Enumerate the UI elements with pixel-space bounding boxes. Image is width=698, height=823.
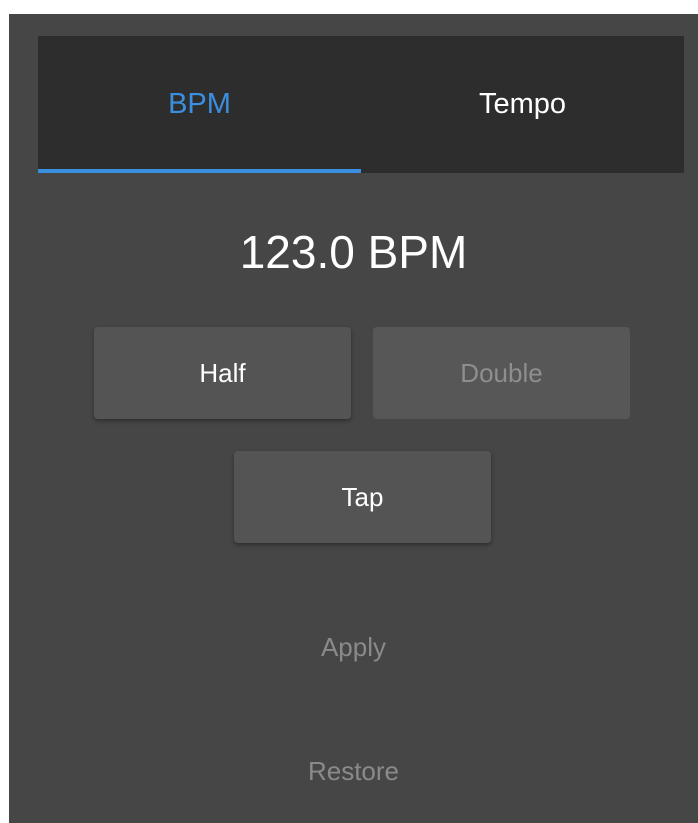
apply-button[interactable]: Apply: [9, 632, 698, 663]
bpm-dialog: BPM Tempo 123.0 BPM Half Double Tap Appl…: [9, 14, 698, 823]
bpm-value-display: 123.0 BPM: [239, 226, 468, 278]
tap-button-label: Tap: [341, 481, 384, 512]
tab-bar: BPM Tempo: [38, 36, 684, 173]
active-tab-indicator: [38, 169, 361, 173]
double-button-label: Double: [460, 357, 543, 388]
tap-button[interactable]: Tap: [234, 451, 491, 543]
double-button[interactable]: Double: [373, 327, 630, 419]
half-button-label: Half: [199, 357, 246, 388]
tab-tempo-label: Tempo: [478, 88, 567, 120]
tab-tempo[interactable]: Tempo: [361, 36, 684, 173]
tab-bpm-label: BPM: [168, 88, 231, 120]
half-button[interactable]: Half: [94, 327, 351, 419]
restore-button[interactable]: Restore: [9, 756, 698, 787]
tab-bpm[interactable]: BPM: [38, 36, 361, 173]
